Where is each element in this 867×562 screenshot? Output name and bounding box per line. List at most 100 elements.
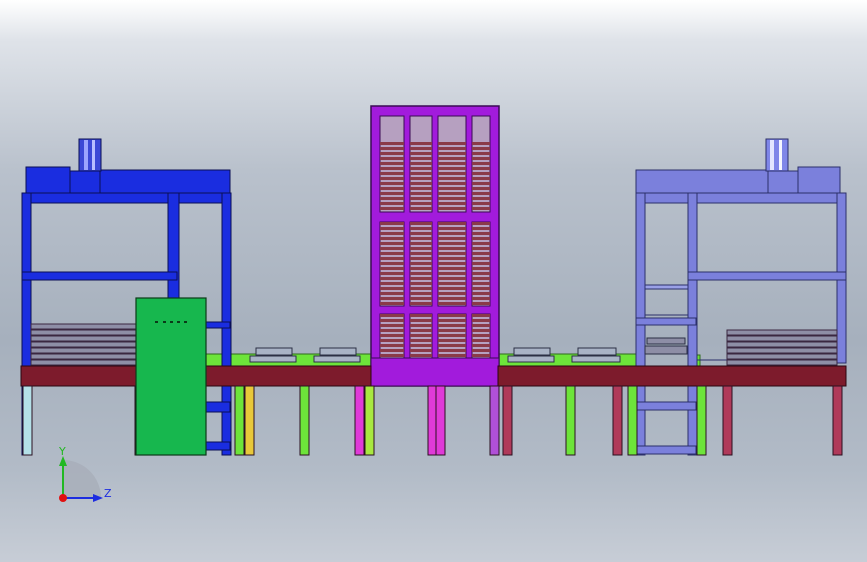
- tower-tray: [380, 297, 404, 300]
- tower-tray: [438, 237, 466, 240]
- tower-tray: [438, 242, 466, 245]
- tower-tray: [380, 262, 404, 265]
- tower-tray: [380, 142, 404, 145]
- tower-tray: [438, 192, 466, 195]
- tower-tray: [472, 242, 490, 245]
- tower-tray: [472, 152, 490, 155]
- assembly-drawing: Y Z: [20, 105, 847, 502]
- origin-dot: [59, 494, 67, 502]
- support-leg: [627, 385, 638, 456]
- tower-tray: [472, 147, 490, 150]
- tower-tray: [410, 222, 432, 225]
- tower-tray: [438, 187, 466, 190]
- y-axis-label: Y: [58, 445, 66, 458]
- support-leg: [354, 385, 365, 456]
- tower-tray: [380, 252, 404, 255]
- tower-tray: [410, 344, 432, 347]
- left-tray-stack: [30, 323, 138, 366]
- tower-tray: [410, 302, 432, 305]
- tower-tray: [438, 267, 466, 270]
- tower-tray: [438, 182, 466, 185]
- tower-tray: [472, 162, 490, 165]
- tower-tray: [472, 142, 490, 145]
- tower-tray: [410, 192, 432, 195]
- tower-tray: [380, 344, 404, 347]
- support-leg: [502, 385, 513, 456]
- tower-tray: [380, 334, 404, 337]
- tower-tray: [380, 192, 404, 195]
- tower-tray: [438, 247, 466, 250]
- tower-tray: [472, 334, 490, 337]
- tower-tray: [438, 314, 466, 317]
- tower-tray: [472, 237, 490, 240]
- tower-tray: [438, 262, 466, 265]
- tower-tray: [410, 232, 432, 235]
- control-cabinet: [135, 297, 207, 456]
- tower-tray: [410, 314, 432, 317]
- tower-tray: [472, 314, 490, 317]
- tower-tray: [380, 292, 404, 295]
- tower-tray: [438, 302, 466, 305]
- tower-tray: [410, 157, 432, 160]
- tower-tray: [410, 172, 432, 175]
- tower-tray: [438, 147, 466, 150]
- tower-tray: [438, 197, 466, 200]
- tower-tray: [410, 187, 432, 190]
- tower-tray: [438, 142, 466, 145]
- tower-tray: [438, 349, 466, 352]
- right-unloading-frame: [635, 166, 847, 456]
- right-exhaust-stack: [765, 138, 789, 172]
- tower-tray: [380, 267, 404, 270]
- tower-tray: [410, 182, 432, 185]
- tower-tray: [410, 267, 432, 270]
- tower-tray: [438, 227, 466, 230]
- cad-viewport[interactable]: Y Z: [0, 0, 867, 562]
- support-leg: [299, 385, 310, 456]
- tower-tray: [438, 339, 466, 342]
- tower-tray: [380, 277, 404, 280]
- tower-tray: [438, 157, 466, 160]
- tower-tray: [438, 297, 466, 300]
- support-leg: [565, 385, 576, 456]
- support-leg: [832, 385, 843, 456]
- tower-tray: [410, 349, 432, 352]
- tower-tray: [472, 277, 490, 280]
- tower-tray: [472, 262, 490, 265]
- tower-tray: [472, 272, 490, 275]
- tower-tray: [380, 187, 404, 190]
- tower-tray: [380, 287, 404, 290]
- tower-tray: [380, 152, 404, 155]
- tower-tray: [380, 197, 404, 200]
- tower-tray: [438, 272, 466, 275]
- tower-tray: [438, 172, 466, 175]
- tower-tray: [380, 227, 404, 230]
- tower-tray: [472, 292, 490, 295]
- tower-tray: [380, 314, 404, 317]
- tower-tray: [472, 344, 490, 347]
- tower-tray: [380, 177, 404, 180]
- tower-tray: [438, 287, 466, 290]
- tower-tray: [472, 282, 490, 285]
- tower-tray: [410, 297, 432, 300]
- tower-tray: [410, 277, 432, 280]
- tower-tray: [410, 242, 432, 245]
- tower-tray: [472, 177, 490, 180]
- tower-tray: [472, 222, 490, 225]
- support-leg: [489, 385, 500, 456]
- tower-tray: [380, 237, 404, 240]
- tower-tray: [438, 252, 466, 255]
- tower-tray: [410, 292, 432, 295]
- tower-tray: [472, 232, 490, 235]
- tower-tray: [472, 207, 490, 210]
- tower-tray: [438, 177, 466, 180]
- tower-tray: [410, 329, 432, 332]
- tower-tray: [380, 162, 404, 165]
- tower-tray: [410, 167, 432, 170]
- tower-tray: [438, 232, 466, 235]
- support-leg: [22, 385, 33, 456]
- tower-tray: [410, 237, 432, 240]
- right-tray-stack: [726, 329, 838, 366]
- tower-tray: [472, 257, 490, 260]
- tower-tray: [438, 277, 466, 280]
- tower-tray: [380, 182, 404, 185]
